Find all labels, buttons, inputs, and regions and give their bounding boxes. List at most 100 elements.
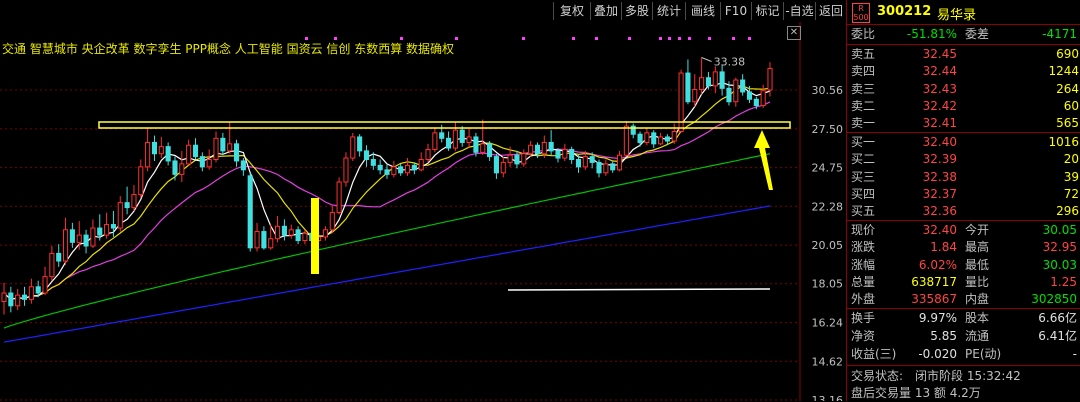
stat-v1: 32.40 xyxy=(922,223,957,237)
candle-body xyxy=(685,72,691,103)
toolbar-button-2[interactable]: 多股 xyxy=(621,2,652,20)
book-volume: 690 xyxy=(1056,47,1079,61)
book-volume: 39 xyxy=(1063,169,1079,184)
candle-body xyxy=(555,150,561,159)
book-price: 32.37 xyxy=(922,186,957,201)
candle-body xyxy=(97,227,103,236)
stat-v1: 6.02% xyxy=(918,257,957,272)
stat-row: 外盘 335867 内盘 302850 xyxy=(847,291,1080,308)
stat-v2: 6.66亿 xyxy=(1038,311,1077,325)
candle-body xyxy=(658,136,664,145)
y-tick-label: 22.28 xyxy=(812,200,844,213)
white-marker-line xyxy=(507,288,771,291)
ask-row-5[interactable]: 卖五 32.45 690 xyxy=(847,46,1080,63)
candle-body xyxy=(275,225,281,240)
signal-dot xyxy=(678,37,681,40)
weibi-label: 委比 xyxy=(851,27,876,41)
book-label: 卖五 xyxy=(851,47,876,61)
stat-v1: 335867 xyxy=(911,292,957,307)
book-volume: 1244 xyxy=(1048,64,1079,79)
bid-row-1[interactable]: 买一 32.40 1016 xyxy=(847,134,1080,151)
stat-row: 现价 32.40 今开 30.05 xyxy=(847,222,1080,239)
candle-body xyxy=(432,132,438,150)
book-volume: 1016 xyxy=(1048,135,1079,149)
candle-body xyxy=(500,161,506,174)
up-arrow-icon xyxy=(754,130,773,190)
y-tick-label: 16.24 xyxy=(812,317,844,330)
candle-body xyxy=(56,252,62,262)
after-hours-row: 盘后交易量 13 额 4.2万 xyxy=(847,385,1080,402)
candle-body xyxy=(699,77,705,91)
stat-v2: 32.95 xyxy=(1042,240,1077,255)
candle-body xyxy=(404,164,411,174)
book-price: 32.41 xyxy=(922,116,957,131)
chart-toolbar: 复权 叠加 多股 统计 画线 F10 标记 -自选 返回 xyxy=(0,0,846,22)
signal-dot xyxy=(708,37,711,40)
candle-body xyxy=(21,294,28,300)
book-label: 卖二 xyxy=(851,98,876,113)
ask-row-4[interactable]: 卖四 32.44 1244 xyxy=(847,63,1080,80)
toolbar-button-8[interactable]: 返回 xyxy=(815,2,846,20)
ask-row-2[interactable]: 卖二 32.42 60 xyxy=(847,98,1080,115)
stat-l2: 流通 xyxy=(965,328,990,343)
stat-row: 涨幅 6.02% 最低 30.03 xyxy=(847,257,1080,274)
bid-row-2[interactable]: 买二 32.39 20 xyxy=(847,151,1080,168)
candle-body xyxy=(35,286,41,294)
candle-body xyxy=(322,229,328,238)
trade-status-value: 闭市阶段 15:32:42 xyxy=(915,369,1021,383)
candle-body xyxy=(247,175,253,249)
close-icon[interactable]: ✕ xyxy=(787,26,801,40)
toolbar-button-7[interactable]: -自选 xyxy=(783,2,815,20)
signal-dot xyxy=(522,37,525,40)
toolbar-button-4[interactable]: 画线 xyxy=(685,2,720,20)
candle-body xyxy=(240,160,246,171)
stat-v2: 6.41亿 xyxy=(1038,328,1077,343)
book-volume: 60 xyxy=(1063,98,1079,113)
book-price: 32.38 xyxy=(922,169,957,184)
candle-body xyxy=(151,141,158,155)
candle-body xyxy=(603,163,609,174)
kline-chart[interactable]: 30.56 27.50 24.75 22.28 20.05 18.05 16.24 14.62… xyxy=(0,22,846,401)
candle-body xyxy=(439,132,445,139)
bid-row-5[interactable]: 买五 32.36 296 xyxy=(847,203,1080,220)
y-tick-label: 20.05 xyxy=(812,239,844,252)
book-volume: 72 xyxy=(1063,186,1079,201)
toolbar-button-0[interactable]: 复权 xyxy=(553,2,590,20)
ask-row-3[interactable]: 卖三 32.43 264 xyxy=(847,81,1080,98)
candle-body xyxy=(753,98,759,106)
candle-body xyxy=(726,87,732,103)
stat-l2: 今开 xyxy=(965,223,990,237)
candle-body xyxy=(637,133,643,143)
candle-body xyxy=(596,161,602,174)
candle-body xyxy=(493,156,499,174)
stat-v1: 5.85 xyxy=(930,328,957,343)
signal-dot xyxy=(748,37,751,40)
stat-l2: 最高 xyxy=(965,240,990,255)
stat-l1: 涨跌 xyxy=(851,240,876,255)
toolbar-button-5[interactable]: F10 xyxy=(720,2,751,20)
stat-v2: - xyxy=(1072,346,1077,361)
candle-body xyxy=(302,232,308,242)
weicha-value: -4171 xyxy=(1042,27,1077,41)
candle-body xyxy=(1,292,7,302)
stat-v1: -0.020 xyxy=(918,346,957,361)
candle-body xyxy=(179,163,185,175)
candle-body xyxy=(692,89,698,103)
candle-body xyxy=(616,154,623,171)
candle-body xyxy=(281,225,287,236)
stat-l2: 内盘 xyxy=(965,292,990,307)
ask-row-1[interactable]: 卖一 32.41 565 xyxy=(847,115,1080,132)
bid-row-3[interactable]: 买三 32.38 39 xyxy=(847,169,1080,186)
bid-row-4[interactable]: 买四 32.37 72 xyxy=(847,186,1080,203)
candle-body xyxy=(206,159,212,168)
candle-body xyxy=(186,144,192,165)
stat-l2: 股本 xyxy=(965,311,990,325)
stat-v1: 1.84 xyxy=(930,240,957,255)
toolbar-button-3[interactable]: 统计 xyxy=(652,2,685,20)
toolbar-button-6[interactable]: 标记 xyxy=(751,2,783,20)
book-price: 32.42 xyxy=(922,98,957,113)
signal-dot xyxy=(572,37,575,40)
candle-body xyxy=(569,148,575,161)
candle-body xyxy=(104,224,110,236)
toolbar-button-1[interactable]: 叠加 xyxy=(590,2,621,20)
